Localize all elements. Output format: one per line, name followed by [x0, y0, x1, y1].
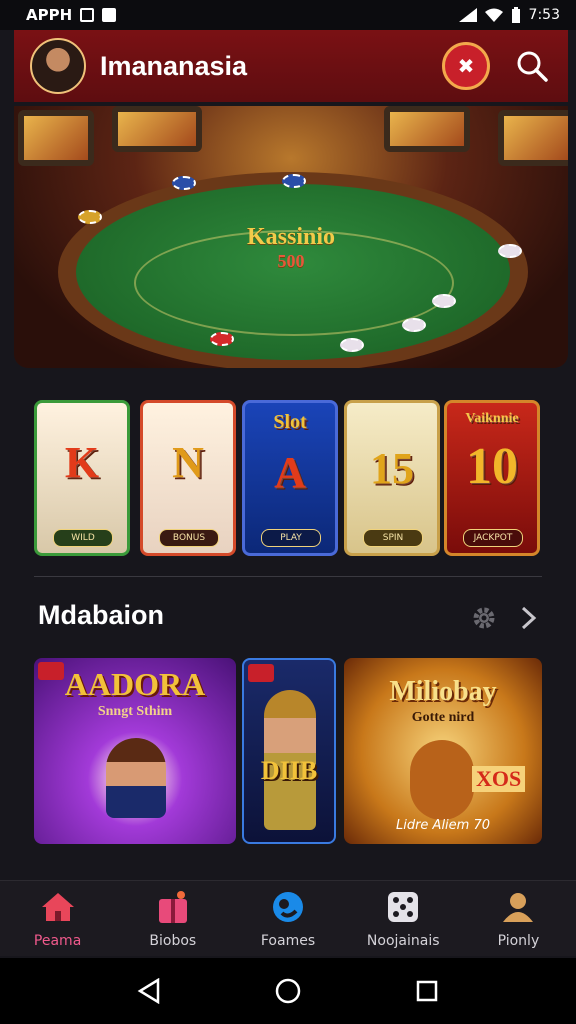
chip	[402, 318, 426, 332]
nav-item-games[interactable]: Foames	[230, 881, 345, 956]
game-character	[106, 738, 166, 818]
promo-icon: ✖	[457, 54, 475, 78]
chip	[432, 294, 456, 308]
hero-logo: Kassinio 500	[14, 224, 568, 272]
clock: 7:53	[528, 7, 560, 23]
promo-button[interactable]: ✖	[442, 42, 490, 90]
app-title: Imananasia	[100, 50, 248, 81]
game-title: Miliobay	[389, 676, 497, 707]
slot-tile-2[interactable]: N BONUS	[140, 400, 236, 556]
new-badge	[248, 664, 274, 682]
nav-item-bonus[interactable]: Biobos	[115, 881, 230, 956]
slot-symbol: 15	[370, 444, 414, 493]
section-title: Mdabaion	[38, 600, 164, 630]
avatar[interactable]	[30, 38, 86, 94]
chevron-right-icon	[521, 606, 537, 630]
chip	[340, 338, 364, 352]
slot-tile-4[interactable]: 15 SPIN	[344, 400, 440, 556]
game-tag: DIIB	[260, 756, 318, 785]
gear-icon	[473, 607, 495, 629]
slot-play-button[interactable]: JACKPOT	[463, 529, 523, 547]
slot-symbol: K	[64, 438, 100, 487]
nav-item-live[interactable]: Noojainais	[346, 881, 461, 956]
notification-icon	[80, 8, 95, 22]
gift-icon	[154, 889, 192, 925]
bottom-nav: Peama Biobos Foames Noojainais Pionly	[0, 880, 576, 956]
app-header: Imananasia ✖	[14, 30, 568, 102]
android-nav-bar	[0, 958, 576, 1024]
chip	[210, 332, 234, 346]
slot-tile-1[interactable]: K WILD	[34, 400, 130, 556]
game-subtitle: Snngt Sthim	[97, 704, 173, 719]
home-icon	[39, 889, 77, 925]
divider	[34, 576, 542, 577]
slot-tile-5[interactable]: Vaiknnie 10 JACKPOT	[444, 400, 540, 556]
game-title: AADORA	[64, 666, 206, 702]
game-tag: XOS	[472, 766, 526, 792]
game-subtitle: Gotte nird	[411, 710, 475, 725]
slot-symbol: 10	[466, 438, 518, 495]
search-button[interactable]	[512, 46, 552, 86]
signal-icon	[458, 8, 477, 22]
dice-icon	[384, 889, 422, 925]
slot-symbol: N	[172, 438, 204, 487]
search-icon	[517, 51, 548, 82]
hero-logo-text: Kassinio	[246, 224, 336, 250]
slots-row: K WILD N BONUS Slot A PLAY 15 SPIN Vaikn…	[34, 400, 542, 556]
game-character	[410, 740, 474, 820]
games-icon	[269, 889, 307, 925]
slot-play-button[interactable]: BONUS	[159, 529, 219, 547]
section-settings-button[interactable]	[470, 604, 498, 632]
nav-item-profile[interactable]: Pionly	[461, 881, 576, 956]
game-footer: Lidre Aliem 70	[395, 818, 491, 833]
carrier-text: APPH	[26, 6, 73, 24]
slot-play-button[interactable]: PLAY	[261, 529, 321, 547]
status-bar: APPH 7:53	[0, 0, 576, 30]
chip	[282, 174, 306, 188]
slot-top-text: Slot	[273, 411, 307, 433]
slot-top-text: Vaiknnie	[465, 411, 519, 426]
chip	[172, 176, 196, 190]
nav-label: Pionly	[497, 932, 540, 949]
game-card-3[interactable]: Miliobay Gotte nird XOS Lidre Aliem 70	[344, 658, 542, 844]
game-card-2[interactable]: DIIB	[242, 658, 336, 844]
image-notification-icon	[102, 8, 117, 22]
back-icon[interactable]	[137, 978, 161, 1004]
battery-icon	[511, 7, 520, 23]
slot-machine-screen	[498, 110, 568, 166]
section-next-button[interactable]	[514, 602, 544, 634]
slot-play-button[interactable]: SPIN	[363, 529, 423, 547]
home-circle-icon[interactable]	[274, 977, 302, 1005]
slot-machine-screen	[384, 106, 470, 152]
recents-icon[interactable]	[415, 979, 439, 1003]
nav-label: Peama	[33, 932, 82, 949]
profile-icon	[499, 889, 537, 925]
slot-tile-3[interactable]: Slot A PLAY	[242, 400, 338, 556]
nav-label: Noojainais	[366, 932, 440, 949]
slot-machine-screen	[18, 110, 94, 166]
nav-item-home[interactable]: Peama	[0, 881, 115, 956]
wifi-icon	[484, 8, 503, 22]
slot-machine-screen	[112, 106, 202, 152]
hero-banner[interactable]: Kassinio 500	[14, 106, 568, 368]
chip	[78, 210, 102, 224]
game-card-1[interactable]: AADORA Snngt Sthim	[34, 658, 236, 844]
nav-label: Biobos	[149, 932, 197, 949]
slot-play-button[interactable]: WILD	[53, 529, 113, 547]
nav-label: Foames	[260, 932, 316, 949]
slot-symbol: A	[274, 448, 306, 497]
hero-logo-sub: 500	[277, 251, 305, 271]
